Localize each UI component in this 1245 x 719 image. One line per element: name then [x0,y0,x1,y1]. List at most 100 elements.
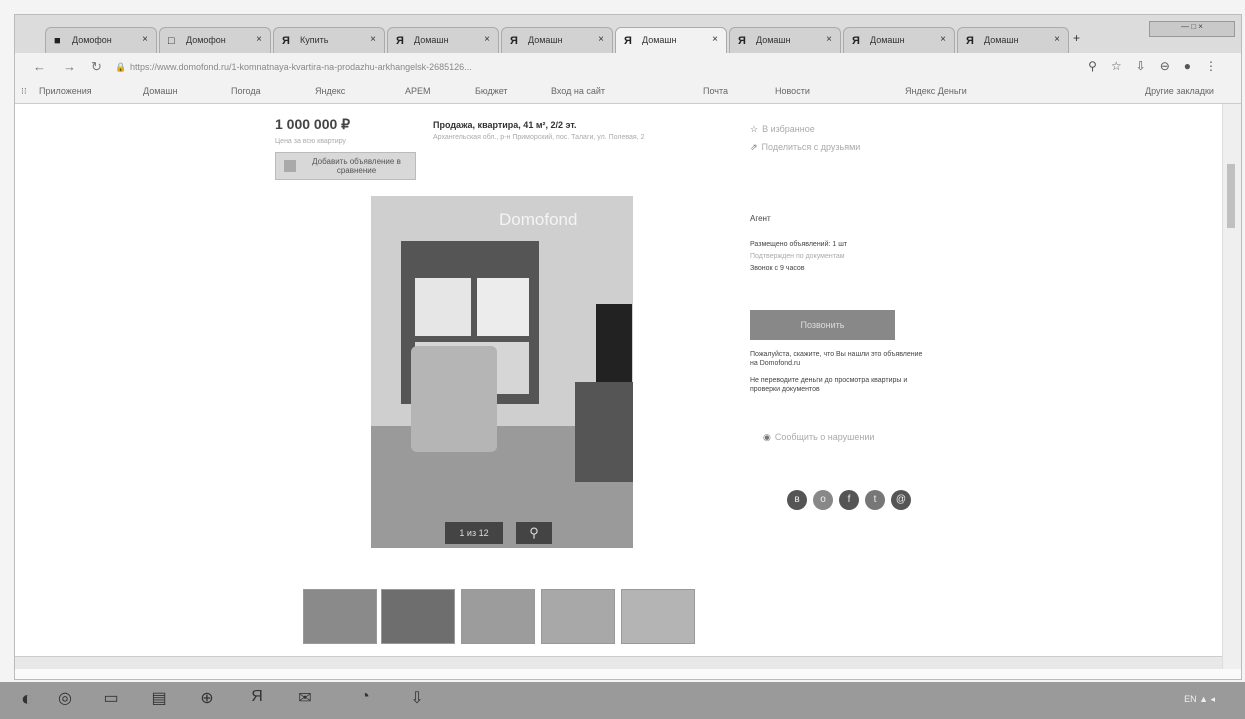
tab-favicon: Я [966,35,974,47]
scrollbar-thumb[interactable] [1227,164,1235,228]
star-icon: ☆ [750,124,759,134]
compare-icon [284,160,296,172]
tab-favicon: Я [624,35,632,47]
close-icon[interactable]: × [826,34,832,45]
system-tray[interactable]: EN ▲ ◂ [1184,694,1215,705]
other-bookmarks[interactable]: Другие закладки [1145,86,1214,96]
reload-icon[interactable]: ↻ [91,59,102,75]
bookmark-item[interactable]: Вход на сайт [551,86,605,96]
notice-mention-site: Пожалуйста, скажите, что Вы нашли это об… [750,351,923,367]
close-icon[interactable]: × [598,34,604,45]
mail-icon[interactable]: @ [891,490,911,510]
tab-favicon: Я [510,35,518,47]
tab-9[interactable]: Я Домашн × [957,27,1069,53]
compare-label: Добавить объявление в сравнение [312,157,401,175]
report-link[interactable]: ◉ Сообщить о нарушении [763,432,874,443]
browser-window: ■ Домофон × □ Домофон × Я Купить × Я Домашн × ЯД… [14,14,1242,680]
listing-photo[interactable]: Domofond 1 из 12 ⚲ [371,196,633,548]
bookmarks-bar: ⁝⁝ Приложения Домашн Погода Яндекс АРЕМ … [15,81,1241,104]
downloads-icon[interactable]: ⇩ [404,688,430,712]
photo-counter[interactable]: 1 из 12 [445,522,503,544]
tab-favicon: ■ [54,35,61,47]
photo-cabinet [575,382,633,482]
bookmark-item[interactable]: Почта [703,86,728,96]
url-field[interactable]: https://www.domofond.ru/1-komnatnaya-kva… [130,62,472,72]
start-button-icon[interactable]: ◐ [14,688,40,712]
bookmark-item[interactable]: Новости [775,86,810,96]
bookmark-item[interactable]: Домашн [143,86,178,96]
window-controls[interactable]: — □ × [1149,21,1235,37]
window-pane [415,278,471,336]
zoom-icon[interactable]: ⚲ [516,522,552,544]
opera-icon[interactable]: ◔ [352,688,378,712]
bookmark-item[interactable]: Приложения [39,86,92,96]
yandex-icon[interactable]: Я [244,688,270,712]
thumbnail-5[interactable] [621,589,695,644]
tab-label: Домашн [984,35,1019,45]
tab-favicon: □ [168,35,175,47]
listing-title: Продажа, квартира, 41 м², 2/2 эт. [433,120,577,130]
back-arrow-icon[interactable]: ← [33,59,46,74]
facebook-icon[interactable]: f [839,490,859,510]
tab-label: Купить [300,35,329,45]
tab-2[interactable]: □ Домофон × [159,27,271,53]
favorite-link[interactable]: ☆ В избранное [750,124,815,135]
vk-icon[interactable]: в [787,490,807,510]
close-icon[interactable]: × [256,34,262,45]
close-icon[interactable]: × [370,34,376,45]
address-bar: ← → ↻ 🔒 https://www.domofond.ru/1-komnat… [15,53,1241,81]
tab-bar: ■ Домофон × □ Домофон × Я Купить × Я Домашн × ЯД… [15,15,1241,53]
seller-posted-count: Размещено объявлений: 1 шт [750,241,848,248]
explorer-icon[interactable]: ▭ [98,688,124,712]
bookmark-item[interactable]: АРЕМ [405,86,431,96]
eye-icon: ◉ [763,432,771,442]
ok-icon[interactable]: о [813,490,833,510]
tab-5[interactable]: Я Домашн × [501,27,613,53]
bookmark-item[interactable]: Яндекс [315,86,345,96]
thumbnail-4[interactable] [541,589,615,644]
call-button[interactable]: Позвонить [750,310,895,340]
thumbnail-3[interactable] [461,589,535,644]
share-link[interactable]: ⇗ Поделиться с друзьями [750,142,860,153]
tab-label: Домашн [870,35,905,45]
close-icon[interactable]: × [142,34,148,45]
close-icon[interactable]: × [484,34,490,45]
twitter-icon[interactable]: t [865,490,885,510]
add-to-compare-button[interactable]: Добавить объявление в сравнение [275,152,416,180]
share-label: Поделиться с друзьями [761,142,861,152]
tab-4[interactable]: Я Домашн × [387,27,499,53]
apps-icon[interactable]: ⁝⁝ [21,86,27,97]
tab-8[interactable]: Я Домашн × [843,27,955,53]
bookmark-item[interactable]: Погода [231,86,261,96]
close-icon[interactable]: × [940,34,946,45]
tab-7[interactable]: Я Домашн × [729,27,841,53]
bookmark-item[interactable]: Бюджет [475,86,508,96]
thumbnail-2[interactable] [381,589,455,644]
horizontal-scrollbar[interactable] [15,656,1223,669]
photo-tv [596,304,632,382]
close-icon[interactable]: × [1054,34,1060,45]
mail-app-icon[interactable]: ✉ [292,688,318,712]
photo-watermark: Domofond [499,210,578,229]
share-icon: ⇗ [750,142,758,152]
close-icon[interactable]: × [712,34,718,45]
photo-armchair [411,346,497,452]
new-tab-button[interactable]: + [1073,31,1080,45]
price-note: Цена за всю квартиру [275,138,346,145]
bookmark-item[interactable]: Яндекс Деньги [905,86,967,96]
tab-label: Домашн [528,35,563,45]
chrome-icon[interactable]: ⊕ [194,688,220,712]
thumbnail-1[interactable] [303,589,377,644]
seller-verified[interactable]: Подтвержден по документам [750,252,845,261]
tab-3[interactable]: Я Купить × [273,27,385,53]
forward-arrow-icon[interactable]: → [63,59,76,74]
tab-favicon: Я [852,35,860,47]
vertical-scrollbar[interactable] [1222,104,1241,669]
ie-icon[interactable]: ◎ [52,688,78,712]
tab-favicon: Я [282,35,290,47]
tab-1[interactable]: ■ Домофон × [45,27,157,53]
taskbar-app-icon[interactable]: ▤ [146,688,172,712]
tab-label: Домашн [414,35,449,45]
tab-6-active[interactable]: Я Домашн × [615,27,727,53]
address-bar-icons[interactable]: ⚲☆⇩⊖●⋮ [1088,59,1231,73]
